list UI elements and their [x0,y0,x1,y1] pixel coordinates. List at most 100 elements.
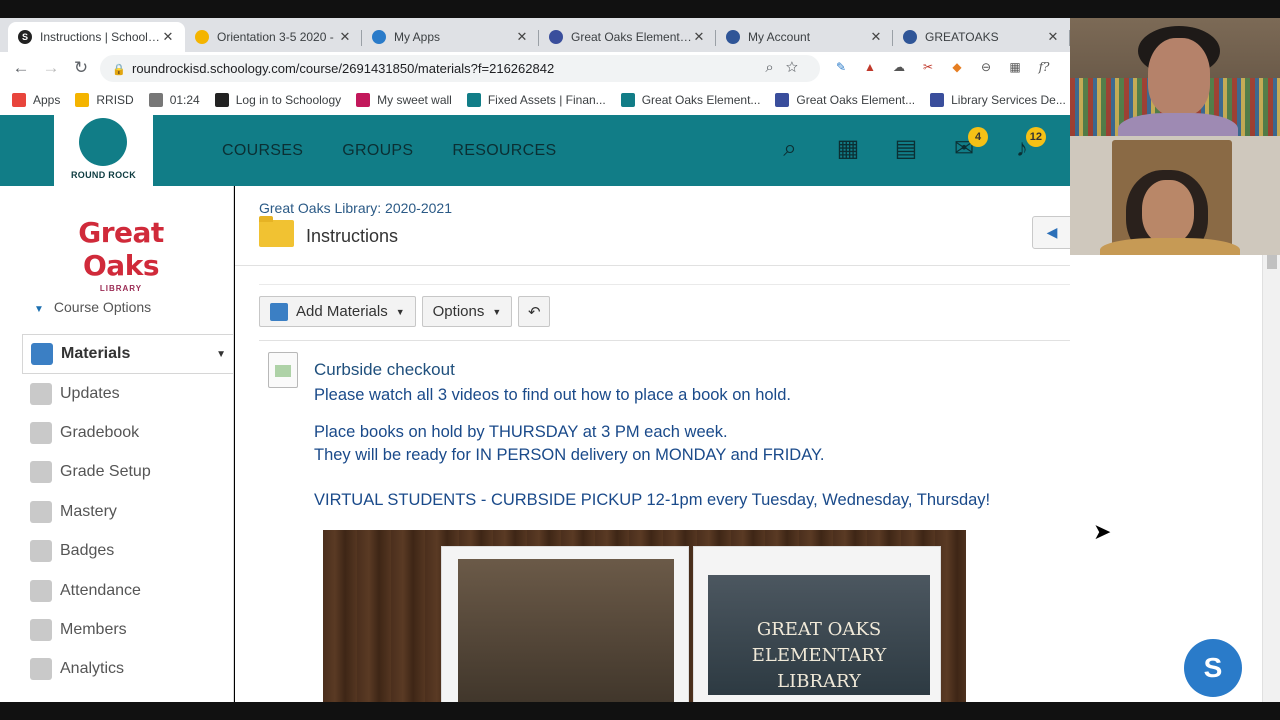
course-logo: Great Oaks LIBRARY [38,216,204,293]
browser-tab[interactable]: Orientation 3-5 2020 - ✕ [185,22,362,52]
add-materials-icon [270,302,288,321]
item-title[interactable]: Curbside checkout [314,360,455,380]
sidebar-item-gradebook[interactable]: Gradebook [22,413,234,452]
members-icon [30,619,52,642]
breadcrumb[interactable]: Great Oaks Library: 2020-2021 [259,200,452,216]
sidebar-item-analytics[interactable]: Analytics [22,650,234,689]
course-sidebar: Great Oaks LIBRARY ▼ Course Options Mater… [0,186,234,702]
bookmark-item[interactable]: Fixed Assets | Finan... [466,92,606,107]
scrollbar[interactable] [1262,255,1280,702]
logo-emblem [79,118,127,166]
sidebar-item-members[interactable]: Members [22,610,234,649]
extension-icon[interactable]: ☁ [890,58,908,76]
extension-icon[interactable]: ✂ [919,58,937,76]
url-bar[interactable]: 🔒 roundrockisd.schoology.com/course/2691… [100,55,820,82]
bookmark-label: Library Services De... [951,92,1066,107]
extension-icon[interactable]: ▲ [861,58,879,76]
bookmark-icon [75,92,90,107]
apps-grid-icon[interactable]: ▦ [834,135,862,163]
bookmark-label: Great Oaks Element... [796,92,916,107]
header-icons: ⌕ ▦ ▤ ✉ 4 ♪ 12 [776,127,1046,163]
grade-setup-icon [30,461,52,484]
bookmark-item[interactable]: RRISD [75,92,134,107]
extension-icon[interactable]: ✎ [832,58,850,76]
url-text[interactable]: roundrockisd.schoology.com/course/269143… [132,61,554,76]
reload-icon[interactable]: ↻ [66,58,96,78]
chat-bubble-button[interactable]: S [1184,639,1242,697]
close-icon[interactable]: ✕ [1046,29,1060,45]
add-materials-button[interactable]: Add Materials ▼ [259,296,416,327]
sidebar-item-grade-setup[interactable]: Grade Setup [22,453,234,492]
zoom-star-icons[interactable]: ⌕☆ [765,59,810,76]
course-options[interactable]: ▼ Course Options [34,299,151,315]
close-icon[interactable]: ✕ [869,29,883,45]
extension-icon[interactable]: ◆ [948,58,966,76]
bookmark-item[interactable]: Log in to Schoology [214,92,341,107]
bookmark-item[interactable]: 01:24 [148,92,200,107]
nav-resources[interactable]: RESOURCES [452,142,556,160]
sidebar-item-updates[interactable]: Updates [22,374,234,413]
sidebar-item-badges[interactable]: Badges [22,532,234,571]
search-icon[interactable]: ⌕ [776,135,804,163]
close-icon[interactable]: ✕ [515,29,529,45]
sidebar-item-label: Grade Setup [60,463,151,481]
sidebar-item-label: Members [60,621,127,639]
options-label: Options [432,303,485,320]
tab-title: My Account [748,30,811,44]
extension-icon[interactable]: ⊖ [977,58,995,76]
person-body [1100,238,1240,255]
bookmark-item[interactable]: Apps [12,92,60,107]
person-body [1118,113,1238,136]
bookmark-label: My sweet wall [377,92,452,107]
nav-courses[interactable]: COURSES [222,142,303,160]
sidebar-item-mastery[interactable]: Mastery [22,492,234,531]
person-face [1142,180,1194,244]
course-logo-sub: LIBRARY [99,284,143,293]
formula-icon[interactable]: f? [1035,58,1053,76]
notification-badge: 12 [1025,127,1046,147]
undo-button[interactable]: ↶ [518,296,551,327]
triangle-down-icon[interactable]: ▼ [216,349,226,360]
bookmark-icon [466,92,481,107]
back-icon[interactable]: ← [6,58,36,78]
tab-title: Instructions | Schoology [40,30,161,44]
scrollbar-thumb[interactable] [1267,255,1277,269]
sidebar-item-materials[interactable]: Materials ▼ [22,334,234,374]
browser-tab[interactable]: My Apps ✕ [362,22,539,52]
mail-icon[interactable]: ✉ 4 [950,127,988,163]
browser-tab[interactable]: GREATOAKS ✕ [893,22,1070,52]
bookmark-item[interactable]: Great Oaks Element... [775,92,916,107]
main-content: Great Oaks Library: 2020-2021 Instructio… [235,186,1270,702]
qr-icon[interactable]: ▦ [1006,58,1024,76]
bell-icon[interactable]: ♪ 12 [1008,127,1046,163]
video-thumbnail[interactable]: GREAT OAKS ELEMENTARY LIBRARY [323,530,966,702]
bookmark-item[interactable]: Library Services De... [930,92,1066,107]
browser-tab[interactable]: My Account ✕ [716,22,893,52]
collapse-button[interactable]: ◀ [1032,216,1072,249]
district-logo[interactable]: ROUND ROCK [54,115,153,186]
materials-icon [31,343,53,365]
extensions: ✎ ▲ ☁ ✂ ◆ ⊖ ▦ f? [832,58,1053,76]
logo-text: ROUND ROCK [71,170,136,180]
browser-tab[interactable]: S Instructions | Schoology ✕ [8,22,185,52]
bookmark-icon [12,92,26,107]
tab-favicon-icon [726,30,740,44]
calendar-icon[interactable]: ▤ [892,135,920,163]
close-icon[interactable]: ✕ [338,29,352,45]
close-icon[interactable]: ✕ [161,29,175,45]
video-panel-left [441,546,689,702]
webcam-tile-2 [1070,136,1280,255]
bookmark-icon [930,92,945,107]
add-materials-label: Add Materials [296,303,388,320]
video-image-library: GREAT OAKS ELEMENTARY LIBRARY [708,575,930,695]
forward-icon[interactable]: → [36,58,66,78]
bookmark-item[interactable]: Great Oaks Element... [620,92,760,107]
tab-favicon-icon [549,30,563,44]
nav-groups[interactable]: GROUPS [342,142,413,160]
close-icon[interactable]: ✕ [692,29,706,45]
options-button[interactable]: Options ▼ [421,296,513,327]
chevron-down-icon: ▼ [395,306,405,317]
sidebar-item-attendance[interactable]: Attendance [22,571,234,610]
bookmark-item[interactable]: My sweet wall [356,92,452,107]
browser-tab[interactable]: Great Oaks Elementary ✕ [539,22,716,52]
